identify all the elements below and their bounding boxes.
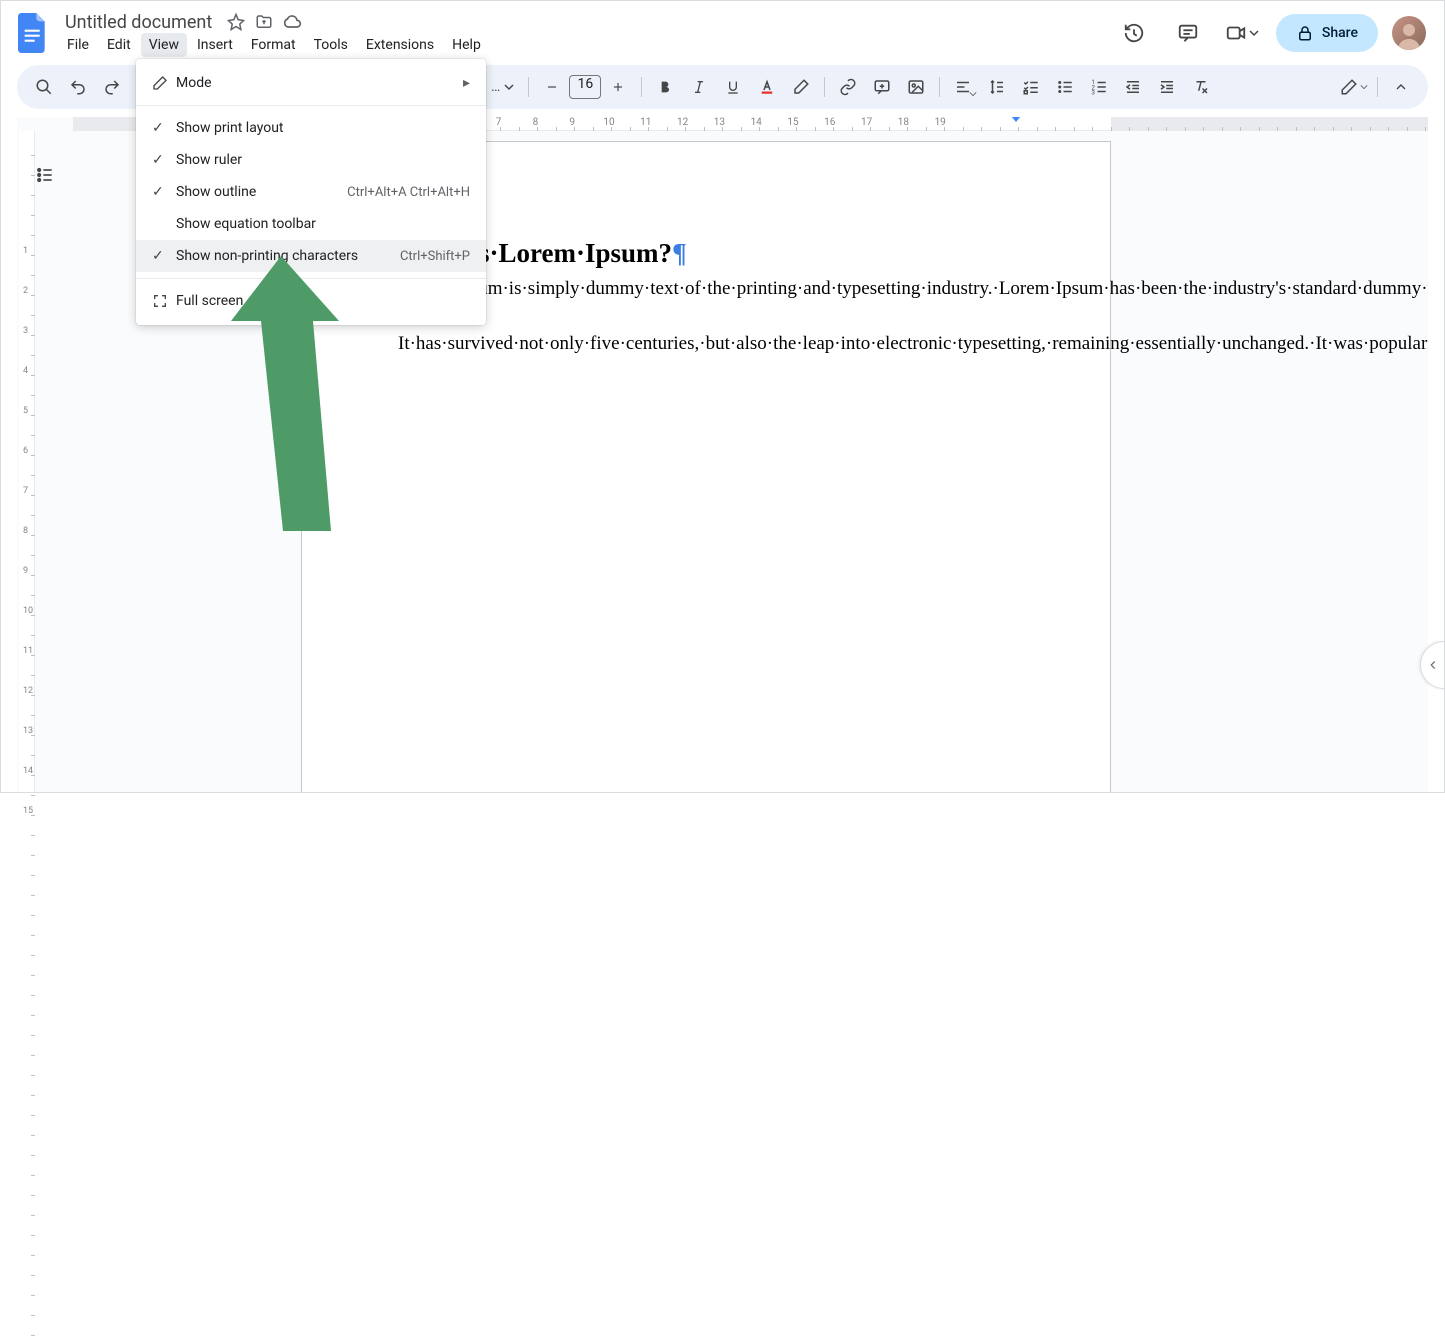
google-docs-logo-icon[interactable] (13, 13, 53, 53)
app-header: Untitled document File Edit View Insert … (1, 1, 1444, 57)
lock-icon (1296, 24, 1314, 42)
check-icon: ✓ (152, 120, 176, 136)
menu-item-ruler[interactable]: ✓ Show ruler (136, 144, 486, 176)
menu-view[interactable]: View (141, 33, 187, 57)
text-color-icon[interactable] (752, 72, 782, 102)
undo-icon[interactable] (63, 72, 93, 102)
bulleted-list-icon[interactable] (1050, 72, 1080, 102)
bold-icon[interactable] (650, 72, 680, 102)
heading[interactable]: What·is·Lorem·Ipsum?¶ (398, 238, 1014, 269)
menu-item-mode[interactable]: Mode ▸ (136, 67, 486, 99)
view-menu-dropdown: Mode ▸ ✓ Show print layout ✓ Show ruler … (136, 59, 486, 325)
menu-format[interactable]: Format (243, 33, 304, 57)
image-icon[interactable] (901, 72, 931, 102)
user-avatar[interactable] (1392, 16, 1426, 50)
menu-help[interactable]: Help (444, 33, 489, 57)
menu-tools[interactable]: Tools (306, 33, 356, 57)
menu-edit[interactable]: Edit (99, 33, 139, 57)
font-size-input[interactable]: 16 (569, 75, 601, 99)
menu-item-fullscreen[interactable]: Full screen (136, 285, 486, 317)
cloud-saved-icon[interactable] (282, 12, 302, 32)
menu-file[interactable]: File (59, 33, 97, 57)
clear-formatting-icon[interactable] (1186, 72, 1216, 102)
line-spacing-icon[interactable] (982, 72, 1012, 102)
menu-bar: File Edit View Insert Format Tools Exten… (59, 33, 1106, 57)
fullscreen-icon (152, 293, 176, 309)
link-icon[interactable] (833, 72, 863, 102)
add-comment-icon[interactable] (867, 72, 897, 102)
chevron-down-icon (504, 82, 514, 92)
share-label: Share (1322, 25, 1358, 41)
font-size-decrease-icon[interactable] (537, 72, 567, 102)
check-icon: ✓ (152, 248, 176, 264)
font-select[interactable]: … (485, 79, 520, 95)
menu-insert[interactable]: Insert (189, 33, 241, 57)
font-size-increase-icon[interactable] (603, 72, 633, 102)
move-folder-icon[interactable] (254, 12, 274, 32)
menu-item-nonprinting[interactable]: ✓ Show non-printing characters Ctrl+Shif… (136, 240, 486, 272)
numbered-list-icon[interactable]: 123 (1084, 72, 1114, 102)
outdent-icon[interactable] (1118, 72, 1148, 102)
svg-text:3: 3 (1092, 90, 1095, 97)
font-size-control: 16 (537, 72, 633, 102)
pencil-icon (152, 75, 176, 91)
menu-separator (136, 278, 486, 279)
check-icon: ✓ (152, 152, 176, 168)
align-icon[interactable] (948, 72, 978, 102)
check-icon: ✓ (152, 184, 176, 200)
indent-icon[interactable] (1152, 72, 1182, 102)
chevron-right-icon: ▸ (463, 75, 470, 91)
history-icon[interactable] (1114, 13, 1154, 53)
search-menus-icon[interactable] (29, 72, 59, 102)
collapse-toolbar-icon[interactable] (1386, 72, 1416, 102)
checklist-icon[interactable] (1016, 72, 1046, 102)
menu-item-outline[interactable]: ✓ Show outline Ctrl+Alt+A Ctrl+Alt+H (136, 176, 486, 208)
meet-icon[interactable] (1222, 13, 1262, 53)
underline-icon[interactable] (718, 72, 748, 102)
menu-item-print-layout[interactable]: ✓ Show print layout (136, 112, 486, 144)
editing-mode-icon[interactable] (1339, 72, 1369, 102)
menu-extensions[interactable]: Extensions (358, 33, 442, 57)
star-icon[interactable] (226, 12, 246, 32)
paragraph[interactable]: It·has·survived·not·only·five·centuries,… (398, 330, 1014, 358)
highlight-icon[interactable] (786, 72, 816, 102)
redo-icon[interactable] (97, 72, 127, 102)
italic-icon[interactable] (684, 72, 714, 102)
menu-item-equation-toolbar[interactable]: Show equation toolbar (136, 208, 486, 240)
paragraph[interactable]: Lorem·Ipsum·is·simply·dummy·text·of·the·… (398, 275, 1014, 303)
paragraph-empty[interactable]: ¶ (398, 303, 1014, 331)
comments-icon[interactable] (1168, 13, 1208, 53)
document-title[interactable]: Untitled document (59, 10, 218, 35)
vertical-ruler[interactable]: 123456789101112131415 (19, 131, 35, 792)
share-button[interactable]: Share (1276, 14, 1378, 52)
menu-separator (136, 105, 486, 106)
